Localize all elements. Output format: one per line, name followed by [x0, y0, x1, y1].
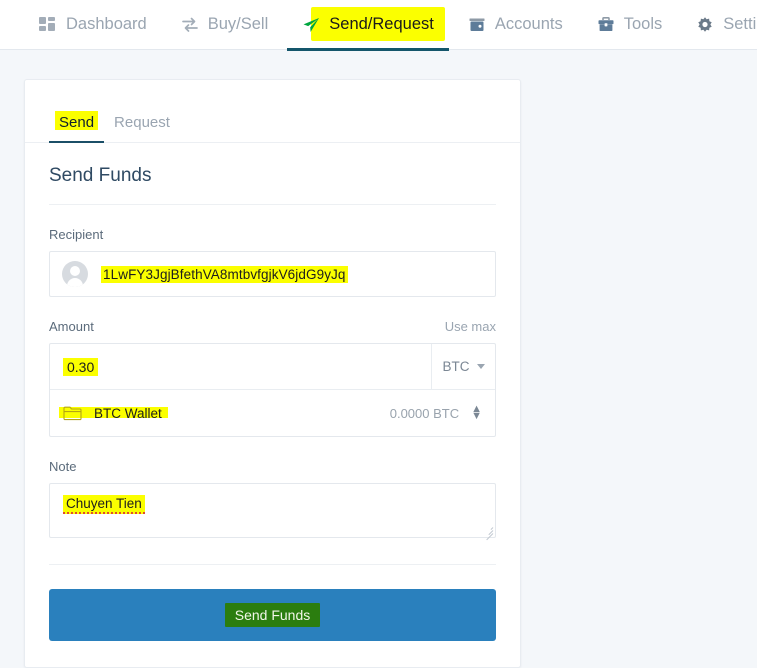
recipient-address-value: 1LwFY3JgjBfethVA8mtbvfgjkV6jdG9yJq [101, 265, 348, 283]
nav-label-settings: Settings [723, 15, 757, 33]
resize-grip-icon[interactable] [483, 525, 494, 541]
currency-select[interactable]: BTC [431, 344, 495, 389]
form-divider [49, 564, 496, 565]
wallet-name: BTC Wallet [94, 405, 162, 421]
send-funds-button[interactable]: Send Funds [49, 589, 496, 641]
nav-label-accounts: Accounts [494, 15, 563, 33]
currency-value: BTC [442, 359, 470, 374]
wallet-icon [469, 18, 485, 31]
note-textarea[interactable]: Chuyen Tien [49, 483, 496, 541]
amount-label-row: Amount Use max [49, 319, 496, 343]
nav-label-tools: Tools [623, 15, 663, 33]
toolbox-icon [598, 16, 614, 31]
paper-plane-icon [303, 17, 320, 32]
chevron-down-icon [476, 364, 485, 369]
card-body: Send Funds Recipient 1LwFY3JgjBfethVA8mt… [25, 143, 520, 667]
nav-label-send-request: Send/Request [329, 15, 434, 33]
send-funds-button-label: Send Funds [224, 603, 321, 627]
nav-label-buy-sell: Buy/Sell [207, 15, 269, 33]
nav-item-tools[interactable]: Tools [580, 0, 680, 50]
wallet-right: 0.0000 BTC ▲ ▼ [389, 404, 482, 422]
nav-item-send-request[interactable]: Send/Request [285, 0, 451, 51]
folder-icon [63, 406, 82, 421]
nav-item-settings[interactable]: Settings [679, 0, 757, 50]
send-funds-card: Send Request Send Funds Recipient 1LwFY3… [24, 79, 521, 668]
card-tab-bar: Send Request [25, 80, 520, 143]
grid-icon [39, 16, 55, 31]
page-title: Send Funds [49, 165, 496, 205]
exchange-arrows-icon [181, 17, 198, 32]
wallet-select-row[interactable]: BTC Wallet 0.0000 BTC ▲ ▼ [50, 390, 495, 436]
recipient-input[interactable]: 1LwFY3JgjBfethVA8mtbvfgjkV6jdG9yJq [49, 251, 496, 297]
tab-request[interactable]: Request [104, 114, 180, 142]
amount-field-group: Amount Use max 0.30 BTC BTC Wallet 0.000… [49, 319, 496, 437]
stepper-down-arrow: ▼ [471, 410, 482, 422]
main-navigation: Dashboard Buy/Sell Send/Request Accounts [0, 0, 757, 51]
tab-send-label: Send [59, 114, 95, 131]
note-field-group: Note Chuyen Tien [49, 459, 496, 541]
amount-label: Amount [49, 319, 94, 334]
wallet-left: BTC Wallet [59, 405, 168, 421]
tab-request-label: Request [114, 114, 170, 131]
note-label: Note [49, 459, 77, 474]
use-max-link[interactable]: Use max [445, 319, 496, 334]
nav-label-dashboard: Dashboard [66, 15, 147, 33]
amount-group: 0.30 BTC BTC Wallet 0.0000 BTC ▲ ▼ [49, 343, 496, 437]
amount-value: 0.30 [63, 357, 99, 376]
amount-input[interactable]: 0.30 [50, 344, 431, 389]
nav-item-dashboard[interactable]: Dashboard [22, 0, 164, 50]
wallet-balance: 0.0000 BTC [389, 405, 460, 421]
user-avatar-icon [62, 261, 88, 287]
recipient-label: Recipient [49, 227, 104, 242]
gear-icon [698, 16, 712, 32]
note-value: Chuyen Tien [63, 495, 145, 514]
nav-item-buy-sell[interactable]: Buy/Sell [164, 0, 286, 50]
nav-item-accounts[interactable]: Accounts [451, 0, 580, 50]
amount-row: 0.30 BTC [50, 344, 495, 390]
recipient-field-group: Recipient 1LwFY3JgjBfethVA8mtbvfgjkV6jdG… [49, 227, 496, 297]
tab-send[interactable]: Send [49, 111, 105, 143]
wallet-stepper-icon[interactable]: ▲ ▼ [471, 404, 482, 422]
